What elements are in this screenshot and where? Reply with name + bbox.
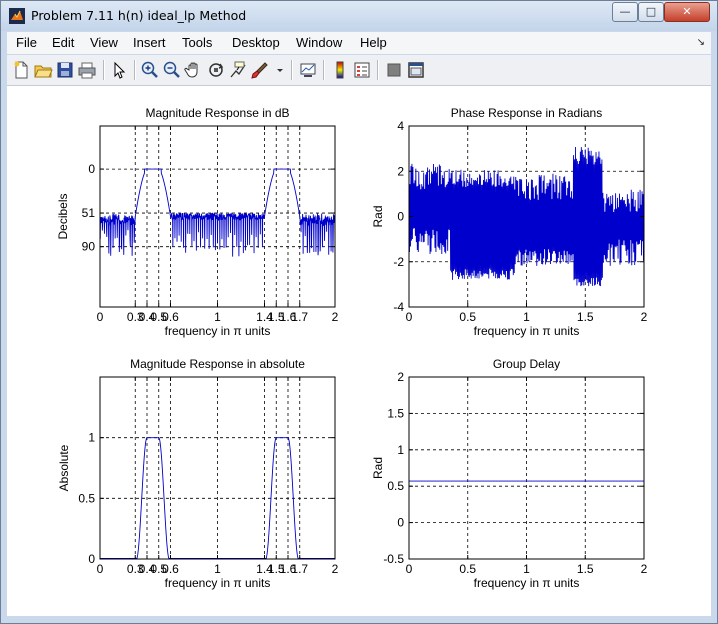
new-file-icon[interactable] <box>11 60 31 80</box>
x-tick-label: 2 <box>641 562 648 576</box>
y-tick-label: -2 <box>393 255 404 269</box>
zoom-out-icon[interactable] <box>162 60 182 80</box>
x-tick-label: 1 <box>523 310 530 324</box>
title-bar[interactable]: Problem 7.11 h(n) ideal_lp Method — □ ✕ <box>1 1 717 31</box>
x-tick-label: 0.5 <box>459 310 476 324</box>
figure-canvas[interactable]: 0 0.3 0.4 0.5 0.6 1 1.4 1.5 1.6 1.7 2 0 51 90 Magnitud… <box>7 86 711 616</box>
toolbar-separator <box>103 60 105 80</box>
zoom-in-icon[interactable] <box>140 60 160 80</box>
y-tick-label: -4 <box>393 300 404 314</box>
y-tick-label: 1 <box>397 443 404 457</box>
x-tick-label: 1.7 <box>291 562 308 576</box>
x-tick-label: 0.5 <box>459 562 476 576</box>
pan-hand-icon[interactable] <box>184 60 204 80</box>
show-plot-tools-icon[interactable] <box>406 60 426 80</box>
menu-tools[interactable]: Tools <box>182 35 212 50</box>
axes-title: Magnitude Response in dB <box>145 106 289 120</box>
y-axis-label: Absolute <box>57 444 71 491</box>
pointer-icon[interactable] <box>109 60 129 80</box>
toolbar-separator <box>134 60 136 80</box>
subplot-3 <box>100 377 335 560</box>
x-tick-label: 1.5 <box>577 310 594 324</box>
hide-plot-tools-icon[interactable] <box>384 60 404 80</box>
y-axis-label: Rad <box>371 205 385 227</box>
colorbar-icon[interactable] <box>330 60 350 80</box>
y-axis-label: Rad <box>371 457 385 479</box>
y-tick-label: 0 <box>397 516 404 530</box>
x-tick-label: 1 <box>214 562 221 576</box>
data-cursor-icon[interactable] <box>228 60 248 80</box>
subplot-2 <box>408 126 645 307</box>
x-tick-label: 0 <box>406 310 413 324</box>
rotate-3d-icon[interactable] <box>206 60 226 80</box>
x-tick-label: 2 <box>641 310 648 324</box>
link-plot-icon[interactable] <box>298 60 318 80</box>
brush-dropdown-icon[interactable] <box>270 60 283 80</box>
subplot-1 <box>99 126 336 307</box>
close-button[interactable]: ✕ <box>664 2 710 22</box>
y-tick-label: -0.5 <box>383 552 404 566</box>
axes-title: Phase Response in Radians <box>451 106 602 120</box>
figure-toolbar <box>7 55 711 86</box>
x-axis-label: frequency in π units <box>474 576 580 590</box>
y-tick-label: 0.5 <box>387 479 404 493</box>
y-tick-label: 0.5 <box>78 491 95 505</box>
x-tick-label: 0.6 <box>162 310 179 324</box>
y-tick-label: 2 <box>397 164 404 178</box>
menu-window[interactable]: Window <box>296 35 342 50</box>
axes-title: Magnitude Response in absolute <box>130 357 305 371</box>
menu-view[interactable]: View <box>90 35 118 50</box>
toolbar-separator <box>377 60 379 80</box>
x-axis-label: frequency in π units <box>474 324 580 338</box>
axes-title: Group Delay <box>493 357 560 371</box>
save-icon[interactable] <box>55 60 75 80</box>
figure-window: Problem 7.11 h(n) ideal_lp Method — □ ✕ … <box>0 0 718 624</box>
y-tick-label: 0 <box>88 552 95 566</box>
brush-icon[interactable] <box>250 60 270 80</box>
x-tick-label: 1.7 <box>291 310 308 324</box>
minimize-button[interactable]: — <box>612 2 638 22</box>
x-axis-label: frequency in π units <box>165 324 271 338</box>
x-tick-label: 2 <box>332 562 339 576</box>
x-tick-label: 2 <box>332 310 339 324</box>
toolbar-separator <box>323 60 325 80</box>
maximize-button[interactable]: □ <box>638 2 664 22</box>
subplots-svg[interactable]: 0 0.30.40.50.6 1 1.41.51.61.7 205190Magnitud… <box>7 86 711 616</box>
menu-help[interactable]: Help <box>360 35 387 50</box>
y-tick-label: 1 <box>88 431 95 445</box>
x-tick-label: 0.6 <box>162 562 179 576</box>
subplot-4 <box>409 377 644 559</box>
x-tick-label: 0 <box>406 562 413 576</box>
toolbar-separator <box>291 60 293 80</box>
menu-file[interactable]: File <box>16 35 37 50</box>
y-tick-label: 1.5 <box>387 406 404 420</box>
window-title: Problem 7.11 h(n) ideal_lp Method <box>31 8 247 23</box>
y-tick-label: 2 <box>397 370 404 384</box>
menu-bar: File Edit View Insert Tools Desktop Wind… <box>7 32 711 54</box>
x-axis-label: frequency in π units <box>165 576 271 590</box>
matlab-icon <box>9 8 25 24</box>
dock-arrow-icon[interactable]: ↘ <box>697 37 705 48</box>
menu-desktop[interactable]: Desktop <box>232 35 280 50</box>
x-tick-label: 0 <box>97 310 104 324</box>
y-tick-label: 0 <box>88 162 95 176</box>
x-tick-label: 1.5 <box>577 562 594 576</box>
y-tick-label: 0 <box>397 210 404 224</box>
open-folder-icon[interactable] <box>33 60 53 80</box>
x-tick-label: 1 <box>214 310 221 324</box>
x-tick-label: 1 <box>523 562 530 576</box>
y-axis-label: Decibels <box>56 193 70 239</box>
x-tick-label: 0 <box>97 562 104 576</box>
print-icon[interactable] <box>77 60 97 80</box>
y-tick-label: 4 <box>397 119 404 133</box>
y-tick-label: 51 <box>82 206 96 220</box>
menu-edit[interactable]: Edit <box>52 35 74 50</box>
menu-insert[interactable]: Insert <box>133 35 166 50</box>
legend-icon[interactable] <box>352 60 372 80</box>
y-tick-label: 90 <box>82 240 96 254</box>
